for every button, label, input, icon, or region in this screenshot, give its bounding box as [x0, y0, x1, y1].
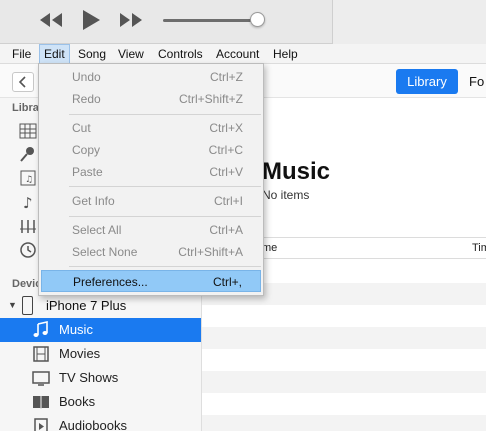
edit-menu-dropdown: Undo Ctrl+Z Redo Ctrl+Shift+Z Cut Ctrl+X…: [38, 63, 264, 296]
chevron-left-icon: [18, 76, 26, 88]
menu-separator: [69, 216, 261, 217]
sidebar-item-label: TV Shows: [59, 370, 119, 385]
tab-for-you[interactable]: Fo: [469, 69, 484, 94]
table-row: [202, 415, 486, 431]
menu-controls[interactable]: Controls: [154, 44, 207, 64]
play-icon[interactable]: [80, 8, 102, 32]
sidebar-item-label: Books: [59, 394, 96, 409]
menu-song[interactable]: Song: [74, 44, 110, 64]
book-icon: [33, 396, 49, 409]
menu-item-shortcut: Ctrl+,: [212, 275, 242, 289]
fast-forward-icon[interactable]: [118, 11, 144, 29]
menu-item-shortcut: Ctrl+Z: [210, 70, 243, 84]
sidebar-item-audiobooks[interactable]: Audiobooks: [0, 414, 201, 431]
menu-item-shortcut: Ctrl+I: [213, 194, 243, 208]
menu-item-redo[interactable]: Redo Ctrl+Shift+Z: [41, 88, 261, 110]
menu-item-label: Cut: [72, 121, 91, 135]
audiobook-icon: [34, 418, 48, 431]
menu-item-undo[interactable]: Undo Ctrl+Z: [41, 66, 261, 88]
disclosure-triangle-icon[interactable]: ▼: [8, 300, 17, 310]
menu-item-shortcut: Ctrl+Shift+A: [178, 245, 243, 259]
sidebar-heading-devices: Devic: [12, 278, 42, 290]
sidebar-item-books[interactable]: Books: [0, 390, 201, 414]
device-name: iPhone 7 Plus: [46, 298, 127, 313]
table-row: [202, 327, 486, 349]
menu-item-label: Redo: [72, 92, 101, 106]
menu-item-cut[interactable]: Cut Ctrl+X: [41, 117, 261, 139]
microphone-icon[interactable]: [18, 145, 38, 163]
menu-item-label: Paste: [72, 165, 103, 179]
menu-item-label: Preferences...: [73, 275, 148, 289]
menu-item-select-none[interactable]: Select None Ctrl+Shift+A: [41, 241, 261, 263]
menu-item-label: Undo: [72, 70, 101, 84]
menu-item-label: Get Info: [72, 194, 115, 208]
back-button[interactable]: [12, 72, 34, 92]
table-row: [202, 371, 486, 393]
iphone-icon: [22, 296, 33, 315]
menu-item-shortcut: Ctrl+V: [209, 165, 243, 179]
menu-item-shortcut: Ctrl+C: [208, 143, 243, 157]
sidebar-item-music[interactable]: Music: [0, 318, 201, 342]
menu-help[interactable]: Help: [269, 44, 302, 64]
menu-edit[interactable]: Edit: [39, 44, 70, 64]
song-note-icon[interactable]: ♪: [18, 193, 38, 211]
menu-item-select-all[interactable]: Select All Ctrl+A: [41, 219, 261, 241]
menu-separator: [69, 114, 261, 115]
menu-item-label: Select All: [72, 223, 122, 237]
item-count: No items: [262, 188, 310, 202]
menu-item-paste[interactable]: Paste Ctrl+V: [41, 161, 261, 183]
menu-separator: [69, 186, 261, 187]
menu-item-preferences[interactable]: Preferences... Ctrl+,: [41, 270, 261, 292]
recent-clock-icon[interactable]: [18, 241, 38, 259]
menu-item-shortcut: Ctrl+A: [209, 223, 243, 237]
rewind-icon[interactable]: [38, 11, 64, 29]
menu-item-shortcut: Ctrl+X: [209, 121, 243, 135]
music-note-icon: [33, 321, 48, 337]
library-button[interactable]: Library: [396, 69, 458, 94]
menu-item-label: Select None: [72, 245, 138, 259]
player-bar: [0, 0, 486, 44]
menu-item-shortcut: Ctrl+Shift+Z: [178, 92, 243, 106]
film-icon: [33, 346, 49, 362]
column-header-name[interactable]: me: [262, 242, 277, 254]
sidebar-item-tv-shows[interactable]: TV Shows: [0, 366, 201, 390]
menu-bar: File Edit Song View Controls Account Hel…: [0, 44, 486, 64]
menu-view[interactable]: View: [114, 44, 148, 64]
genre-icon[interactable]: [18, 217, 38, 235]
menu-item-get-info[interactable]: Get Info Ctrl+I: [41, 190, 261, 212]
svg-text:♪: ♪: [23, 194, 33, 211]
menu-file[interactable]: File: [8, 44, 35, 64]
tv-icon: [32, 371, 50, 386]
sidebar-item-movies[interactable]: Movies: [0, 342, 201, 366]
sidebar-item-label: Audiobooks: [59, 418, 127, 431]
volume-slider-thumb[interactable]: [250, 12, 265, 27]
sidebar-item-label: Music: [59, 322, 93, 337]
menu-separator: [69, 266, 261, 267]
column-header-time[interactable]: Tim: [472, 242, 486, 254]
sidebar-item-label: Movies: [59, 346, 101, 361]
page-title: Music: [262, 158, 331, 185]
device-row[interactable]: ▼ iPhone 7 Plus: [0, 294, 201, 318]
volume-slider-track[interactable]: [163, 19, 259, 22]
album-icon[interactable]: ♫: [18, 169, 38, 187]
menu-account[interactable]: Account: [212, 44, 263, 64]
svg-text:♫: ♫: [25, 175, 33, 185]
menu-item-label: Copy: [72, 143, 101, 157]
calendar-grid-icon[interactable]: [18, 122, 38, 140]
menu-item-copy[interactable]: Copy Ctrl+C: [41, 139, 261, 161]
status-display: [332, 0, 486, 44]
